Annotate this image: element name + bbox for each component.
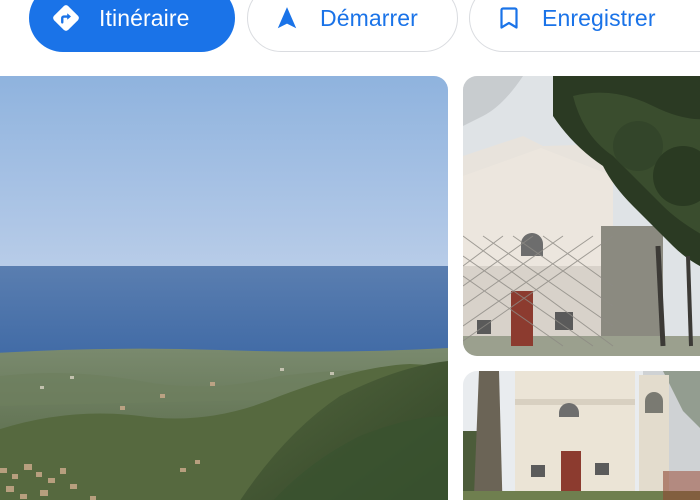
panorama-sea-coast-photo[interactable] <box>0 76 448 500</box>
action-chips-row: Itinéraire Démarrer Enregistrer <box>0 0 700 60</box>
directions-label: Itinéraire <box>99 4 190 31</box>
start-label: Démarrer <box>320 4 418 31</box>
place-page: Itinéraire Démarrer Enregistrer <box>0 0 700 500</box>
bookmark-icon <box>494 3 524 33</box>
navigation-arrow-icon <box>272 3 302 33</box>
directions-icon <box>51 3 81 33</box>
save-label: Enregistrer <box>542 4 656 31</box>
save-button[interactable]: Enregistrer <box>469 0 700 52</box>
directions-button[interactable]: Itinéraire <box>29 0 235 52</box>
start-navigation-button[interactable]: Démarrer <box>247 0 458 52</box>
chapel-with-bell-tower-photo[interactable] <box>463 371 700 500</box>
chapel-behind-fence-photo[interactable] <box>463 76 700 356</box>
